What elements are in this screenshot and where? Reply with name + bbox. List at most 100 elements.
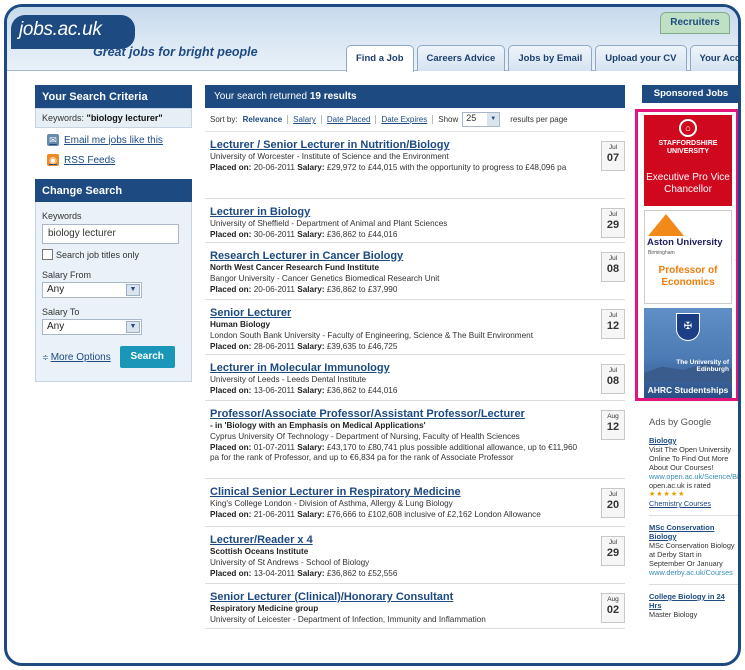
- ad-aston[interactable]: Aston University Birmingham Professor of…: [644, 210, 732, 304]
- results-prefix: Your search returned: [214, 91, 310, 102]
- results-header: Your search returned 19 results: [205, 85, 625, 108]
- job-listing[interactable]: Professor/Associate Professor/Assistant …: [205, 401, 625, 479]
- ad2-role: Professor of Economics: [658, 265, 718, 288]
- closing-date-badge: Jul 08: [601, 364, 625, 394]
- chevron-down-icon: ▼: [126, 284, 140, 296]
- recruiters-tab[interactable]: Recruiters: [660, 12, 730, 34]
- closing-month: Aug: [607, 596, 619, 603]
- sort-by-label: Sort by:: [210, 115, 238, 124]
- placed-label: Placed on:: [210, 230, 252, 239]
- job-meta: Placed on: 20-06-2011 Salary: £29,972 to…: [210, 163, 625, 173]
- job-listing[interactable]: Research Lecturer in Cancer Biology North…: [205, 243, 625, 300]
- job-title-link[interactable]: Lecturer / Senior Lecturer in Nutrition/…: [210, 139, 625, 151]
- expand-icon: ≑: [42, 352, 49, 362]
- salary-from-select[interactable]: Any ▼: [42, 282, 142, 298]
- job-title-link[interactable]: Senior Lecturer (Clinical)/Honorary Cons…: [210, 591, 625, 603]
- salary-value: £39,635 to £46,725: [326, 342, 398, 351]
- google-ad-1-url[interactable]: www.open.ac.uk/Science/Biology: [649, 472, 738, 481]
- rss-feeds-label[interactable]: RSS Feeds: [64, 155, 115, 166]
- per-page-select[interactable]: 25 ▼: [462, 112, 501, 127]
- closing-date-badge: Jul 12: [601, 309, 625, 339]
- job-listing[interactable]: Senior Lecturer Human Biology London South…: [205, 300, 625, 355]
- google-ad-1-rated: open.ac.uk is rated: [649, 481, 711, 490]
- sort-relevance[interactable]: Relevance: [243, 115, 289, 124]
- ad3-role: AHRC Studentships: [647, 385, 729, 395]
- keywords-input[interactable]: biology lecturer: [42, 224, 179, 244]
- closing-day: 08: [606, 263, 620, 275]
- google-ad-1[interactable]: Biology Visit The Open University Online…: [649, 436, 738, 508]
- tab-jobs-by-email[interactable]: Jobs by Email: [508, 45, 593, 71]
- job-title-link[interactable]: Lecturer/Reader x 4: [210, 534, 625, 546]
- change-search-title: Change Search: [35, 179, 192, 202]
- google-ad-1-course[interactable]: Chemistry Courses: [649, 499, 738, 508]
- job-listing[interactable]: Senior Lecturer (Clinical)/Honorary Cons…: [205, 584, 625, 629]
- tab-your-account[interactable]: Your Account: [689, 45, 738, 71]
- more-options-link[interactable]: More Options: [51, 352, 111, 363]
- keywords-label: Keywords: [42, 211, 82, 221]
- salary-to-label: Salary To: [42, 307, 80, 317]
- sponsored-ads-box: ⌂ STAFFORDSHIRE UNIVERSITY Executive Pro…: [635, 109, 738, 401]
- job-listing[interactable]: Lecturer in Biology University of Sheffie…: [205, 199, 625, 243]
- salary-label: Salary:: [297, 230, 325, 239]
- salary-label: Salary:: [297, 285, 325, 294]
- job-listing[interactable]: Clinical Senior Lecturer in Respiratory …: [205, 479, 625, 527]
- closing-month: Jul: [608, 255, 618, 262]
- google-ad-2[interactable]: MSc Conservation Biology MSc Conservatio…: [649, 523, 738, 577]
- job-listing[interactable]: Lecturer in Molecular Immunology Universi…: [205, 355, 625, 401]
- placed-date: 20-06-2011: [253, 163, 295, 172]
- google-ad-2-url[interactable]: www.derby.ac.uk/Courses: [649, 568, 738, 577]
- closing-day: 29: [606, 219, 620, 231]
- google-ads-title: Ads by Google: [649, 417, 712, 428]
- job-listing[interactable]: Lecturer / Senior Lecturer in Nutrition/…: [205, 132, 625, 199]
- job-list: Lecturer / Senior Lecturer in Nutrition/…: [205, 132, 625, 629]
- placed-label: Placed on:: [210, 569, 252, 578]
- job-title-link[interactable]: Clinical Senior Lecturer in Respiratory …: [210, 486, 625, 498]
- job-title-link[interactable]: Senior Lecturer: [210, 307, 625, 319]
- site-header: jobs.ac.uk Great jobs for bright people …: [7, 7, 738, 72]
- email-icon: ✉: [47, 134, 59, 146]
- placed-date: 01-07-2011: [253, 443, 295, 452]
- google-ad-3[interactable]: College Biology in 24 Hrs Master Biology: [649, 592, 738, 619]
- sort-date-placed[interactable]: Date Placed: [327, 115, 377, 124]
- titles-only-row[interactable]: Search job titles only: [42, 249, 185, 260]
- tab-find-a-job[interactable]: Find a Job: [346, 45, 414, 72]
- sort-salary[interactable]: Salary: [293, 115, 322, 124]
- email-jobs-label[interactable]: Email me jobs like this: [64, 135, 163, 146]
- closing-day: 02: [606, 604, 620, 616]
- salary-value: £36,862 to £44,016: [326, 230, 398, 239]
- closing-month: Aug: [607, 413, 619, 420]
- salary-value: £36,862 to £52,556: [326, 569, 398, 578]
- job-title-link[interactable]: Lecturer in Molecular Immunology: [210, 362, 625, 374]
- closing-date-badge: Jul 08: [601, 252, 625, 282]
- show-label: Show: [438, 115, 459, 124]
- titles-only-checkbox[interactable]: [42, 249, 53, 260]
- search-criteria-title: Your Search Criteria: [35, 85, 192, 108]
- search-button[interactable]: Search: [119, 346, 175, 368]
- closing-date-badge: Jul 29: [601, 208, 625, 238]
- placed-date: 13-06-2011: [253, 386, 295, 395]
- google-ads: Ads by Google Biology Visit The Open Uni…: [649, 417, 738, 619]
- job-title-link[interactable]: Professor/Associate Professor/Assistant …: [210, 408, 625, 420]
- ad-edinburgh[interactable]: ✠ The University of Edinburgh AHRC Stude…: [644, 308, 732, 398]
- criteria-keywords-label: Keywords:: [42, 113, 85, 123]
- rss-feeds-link[interactable]: ◉ RSS Feeds: [35, 148, 192, 168]
- site-logo[interactable]: jobs.ac.uk: [11, 15, 135, 49]
- job-title-link[interactable]: Lecturer in Biology: [210, 206, 625, 218]
- google-ad-2-title[interactable]: MSc Conservation Biology: [649, 523, 738, 541]
- tab-upload-cv[interactable]: Upload your CV: [595, 45, 687, 71]
- right-column: Sponsored Jobs ⌂ STAFFORDSHIRE UNIVERSIT…: [635, 85, 738, 619]
- salary-to-select[interactable]: Any ▼: [42, 319, 142, 335]
- job-listing[interactable]: Lecturer/Reader x 4 Scottish Oceans Insti…: [205, 527, 625, 584]
- tab-careers-advice[interactable]: Careers Advice: [416, 45, 506, 71]
- sort-bar: Sort by: Relevance Salary Date Placed Da…: [205, 108, 625, 132]
- ad1-role: Executive Pro Vice Chancellor: [646, 172, 730, 195]
- ad-staffordshire[interactable]: ⌂ STAFFORDSHIRE UNIVERSITY Executive Pro…: [644, 115, 732, 206]
- google-ad-1-title[interactable]: Biology: [649, 436, 738, 445]
- google-ad-3-title[interactable]: College Biology in 24 Hrs: [649, 592, 738, 610]
- job-department: University of Worcester - Institute of S…: [210, 152, 449, 161]
- sort-date-expires[interactable]: Date Expires: [381, 115, 434, 124]
- email-jobs-link[interactable]: ✉ Email me jobs like this: [35, 128, 192, 148]
- rss-icon: ◉: [47, 154, 59, 166]
- edinburgh-crest-icon: ✠: [676, 313, 700, 341]
- job-title-link[interactable]: Research Lecturer in Cancer Biology: [210, 250, 625, 262]
